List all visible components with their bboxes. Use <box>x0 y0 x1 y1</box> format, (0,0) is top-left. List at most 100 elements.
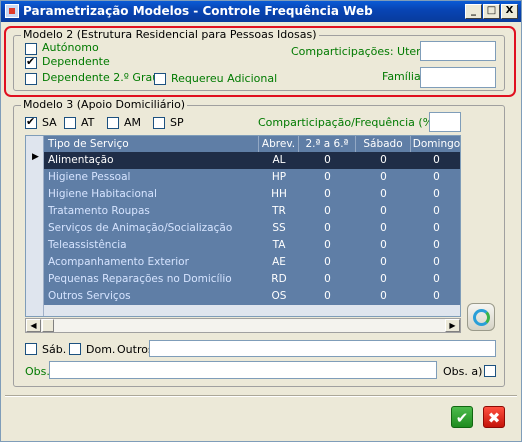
cell-sabado: 0 <box>380 239 387 251</box>
cell-abrev: RD <box>271 273 287 285</box>
cell-sabado: 0 <box>380 256 387 268</box>
outros-input[interactable] <box>149 340 496 357</box>
restore-button[interactable]: □ <box>483 4 500 19</box>
dependente-2-grau-checkbox[interactable] <box>25 73 37 85</box>
row-indicator <box>26 288 44 305</box>
scroll-right-icon[interactable]: ▶ <box>445 319 460 332</box>
column-header-sabado[interactable]: Sábado <box>356 136 411 152</box>
cell-servico: Acompanhamento Exterior <box>48 256 189 268</box>
refresh-icon <box>473 309 490 326</box>
table-row[interactable]: Acompanhamento Exterior AE 0 0 0 <box>26 254 460 271</box>
cell-abrev: OS <box>271 290 287 302</box>
sa-checkbox[interactable] <box>25 115 37 129</box>
table-row[interactable]: Pequenas Reparações no Domicílio RD 0 0 … <box>26 271 460 288</box>
obs-a-checkbox[interactable] <box>484 365 496 377</box>
utente-input[interactable] <box>420 41 496 61</box>
table-row[interactable]: Tratamento Roupas TR 0 0 0 <box>26 203 460 220</box>
dom-label: Dom. <box>86 343 116 356</box>
table-row[interactable]: Outros Serviços OS 0 0 0 <box>26 288 460 305</box>
at-label: AT <box>81 116 95 129</box>
cell-servico: Higiene Habitacional <box>48 188 157 200</box>
ok-button[interactable]: ✔ <box>451 406 473 428</box>
services-grid[interactable]: Tipo de Serviço Abrev. 2.ª a 6.ª Sábado … <box>25 135 461 317</box>
cell-domingo: 0 <box>433 256 440 268</box>
modelo2-legend: Modelo 2 (Estrutura Residencial para Pes… <box>21 28 319 41</box>
refresh-button[interactable] <box>467 303 495 331</box>
grid-horizontal-scrollbar[interactable]: ◀ ▶ <box>25 318 461 333</box>
comparticipacoes-utente-label: Comparticipações: Utente <box>291 45 435 58</box>
cell-domingo: 0 <box>433 188 440 200</box>
cell-servico: Serviços de Animação/Socialização <box>48 222 233 234</box>
familia-label: Família <box>382 70 421 83</box>
close-button[interactable]: X <box>501 4 518 19</box>
check-icon: ✔ <box>455 409 469 427</box>
column-header-domingo[interactable]: Domingo <box>411 136 460 152</box>
obs-a-label: Obs. a) <box>443 365 483 378</box>
row-indicator <box>26 203 44 220</box>
scroll-left-icon[interactable]: ◀ <box>26 319 41 332</box>
am-checkbox[interactable] <box>107 117 119 129</box>
cell-domingo: 0 <box>433 239 440 251</box>
cell-servico: Tratamento Roupas <box>48 205 150 217</box>
cell-sabado: 0 <box>380 290 387 302</box>
column-header-semana[interactable]: 2.ª a 6.ª <box>299 136 356 152</box>
table-row[interactable]: Higiene Pessoal HP 0 0 0 <box>26 169 460 186</box>
scroll-thumb[interactable] <box>42 319 54 332</box>
requereu-adicional-label: Requereu Adicional <box>171 72 278 85</box>
cell-sabado: 0 <box>380 273 387 285</box>
table-row[interactable]: Teleassistência TA 0 0 0 <box>26 237 460 254</box>
sab-checkbox[interactable] <box>25 343 37 355</box>
cell-servico: Outros Serviços <box>48 290 131 302</box>
cell-servico: Higiene Pessoal <box>48 171 131 183</box>
obs-input[interactable] <box>49 361 437 379</box>
cell-servico: Pequenas Reparações no Domicílio <box>48 273 232 285</box>
window: Parametrização Modelos - Controle Frequê… <box>0 0 522 442</box>
cell-domingo: 0 <box>433 273 440 285</box>
app-icon <box>5 4 19 18</box>
cell-sabado: 0 <box>380 188 387 200</box>
autonomo-checkbox[interactable] <box>25 43 37 55</box>
cell-abrev: TR <box>272 205 286 217</box>
cell-sabado: 0 <box>380 222 387 234</box>
cell-semana: 0 <box>324 171 331 183</box>
sp-checkbox[interactable] <box>153 117 165 129</box>
cell-abrev: SS <box>272 222 286 234</box>
cell-semana: 0 <box>324 154 331 166</box>
cell-abrev: HH <box>271 188 287 200</box>
dependente-checkbox[interactable] <box>25 55 37 69</box>
table-row[interactable]: Serviços de Animação/Socialização SS 0 0… <box>26 220 460 237</box>
grid-header: Tipo de Serviço Abrev. 2.ª a 6.ª Sábado … <box>26 136 460 152</box>
cell-semana: 0 <box>324 222 331 234</box>
am-label: AM <box>124 116 142 129</box>
familia-input[interactable] <box>420 67 496 88</box>
row-indicator <box>26 220 44 237</box>
current-row-arrow-icon: ▶ <box>32 152 39 162</box>
minimize-button[interactable]: _ <box>465 4 482 19</box>
row-indicator: ▶ <box>26 152 44 169</box>
cell-semana: 0 <box>324 273 331 285</box>
cell-domingo: 0 <box>433 205 440 217</box>
sp-label: SP <box>170 116 184 129</box>
column-header-abrev[interactable]: Abrev. <box>259 136 299 152</box>
window-title: Parametrização Modelos - Controle Frequê… <box>23 4 373 18</box>
footer-separator <box>5 395 517 397</box>
cancel-button[interactable]: ✖ <box>483 406 505 428</box>
cell-semana: 0 <box>324 256 331 268</box>
table-row[interactable]: ▶ Alimentação AL 0 0 0 <box>26 152 460 169</box>
row-indicator <box>26 271 44 288</box>
sab-label: Sáb. <box>42 343 67 356</box>
autonomo-label: Autónomo <box>42 41 99 54</box>
dom-checkbox[interactable] <box>69 343 81 355</box>
comparticipacao-frequencia-input[interactable] <box>429 112 461 132</box>
row-indicator <box>26 169 44 186</box>
table-row[interactable]: Higiene Habitacional HH 0 0 0 <box>26 186 460 203</box>
column-header-servico[interactable]: Tipo de Serviço <box>44 136 259 152</box>
cell-domingo: 0 <box>433 171 440 183</box>
requereu-adicional-checkbox[interactable] <box>154 73 166 85</box>
cell-servico: Alimentação <box>48 154 114 166</box>
comparticipacao-frequencia-label: Comparticipação/Frequência (%) <box>258 116 438 129</box>
at-checkbox[interactable] <box>64 117 76 129</box>
cell-semana: 0 <box>324 188 331 200</box>
cell-abrev: HP <box>271 171 287 183</box>
cell-sabado: 0 <box>380 171 387 183</box>
